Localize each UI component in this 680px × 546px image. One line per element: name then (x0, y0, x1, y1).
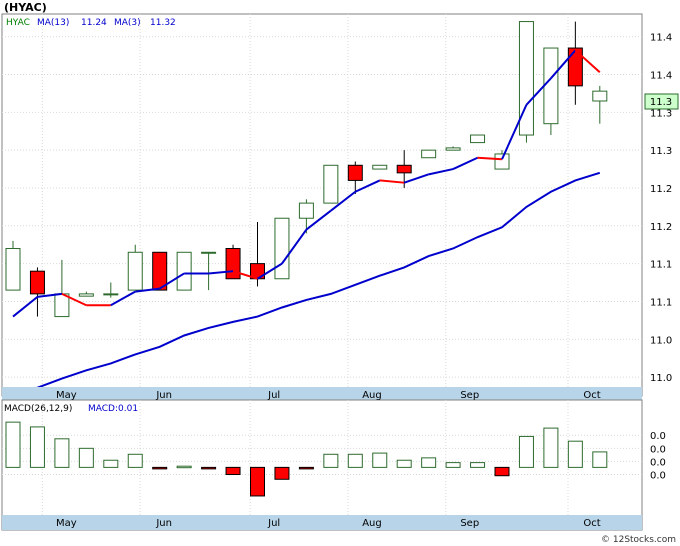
macd-bar (396, 459, 412, 468)
credit-text: © 12Stocks.com (601, 535, 676, 545)
candle-body (103, 293, 119, 296)
candle (518, 21, 534, 143)
candle-body (54, 293, 70, 318)
price-tick-label: 11.4 (650, 33, 672, 44)
legend-symbol: HYAC (6, 18, 30, 28)
candle-body (323, 164, 339, 204)
macd-bar (567, 440, 583, 468)
price-tick-label: 11.4 (650, 71, 672, 82)
x-tick-label-top: May (56, 390, 77, 401)
macd-legend-label: MACD(26,12,9) (4, 404, 72, 414)
x-tick-label-bottom: May (56, 518, 77, 529)
price-tick-label: 11.3 (650, 108, 672, 119)
chart-title: (HYAC) (4, 1, 47, 14)
macd-bar (592, 451, 608, 468)
price-tick-label: 11.2 (650, 184, 672, 195)
macd-bar (421, 457, 437, 468)
price-tick-label: 11.1 (650, 260, 672, 271)
macd-bar (518, 435, 534, 468)
x-tick-label-top: Aug (362, 390, 382, 401)
candle-body (421, 149, 437, 159)
macd-bar (372, 452, 388, 468)
legend-ma13-label: MA(13) (37, 18, 69, 28)
candle-body (494, 153, 510, 170)
macd-legend-value: MACD:0.01 (88, 404, 138, 414)
macd-bar (298, 466, 314, 470)
candle (470, 134, 486, 144)
x-tick-label-top: Jun (155, 390, 172, 401)
macd-bar (323, 453, 339, 468)
macd-bar (445, 462, 461, 468)
price-tick-label: 11.0 (650, 373, 672, 384)
candle-body (176, 251, 192, 291)
last-price-label: 11.3 (650, 97, 672, 108)
macd-bar (103, 459, 119, 468)
x-axis-band-bottom (2, 515, 642, 530)
candle-body (592, 90, 608, 102)
macd-bar (470, 462, 486, 468)
stock-chart: (HYAC) 11.011.011.111.111.211.211.311.31… (0, 0, 680, 546)
candle-body (445, 147, 461, 151)
candle-body (298, 202, 314, 219)
candle-body (201, 251, 217, 254)
candle (274, 217, 290, 280)
candle-body (347, 164, 363, 181)
macd-bar (29, 426, 45, 468)
candle (543, 47, 559, 136)
candle-body (29, 270, 45, 295)
candle-body (274, 217, 290, 280)
x-tick-label-top: Oct (583, 390, 600, 401)
macd-tick-label: 0.0 (650, 471, 666, 482)
price-tick-label: 11.2 (650, 222, 672, 233)
candle (372, 164, 388, 170)
macd-bar (54, 438, 70, 468)
x-tick-label-bottom: Jul (267, 518, 280, 529)
price-tick-label: 11.1 (650, 297, 672, 308)
macd-bar (543, 427, 559, 468)
macd-bar (5, 421, 21, 468)
x-axis-band-top (2, 387, 642, 400)
x-tick-label-top: Jul (267, 390, 280, 401)
candle (323, 164, 339, 204)
legend-ma13-value: 11.24 (81, 18, 107, 28)
macd-bar (152, 466, 168, 470)
macd-bar (494, 466, 510, 477)
candle-body (543, 47, 559, 125)
candle-body (470, 134, 486, 144)
x-tick-label-bottom: Jun (155, 518, 172, 529)
price-tick-label: 11.3 (650, 146, 672, 157)
candle-body (225, 247, 241, 280)
candle-body (372, 164, 388, 170)
candle-body (5, 247, 21, 291)
macd-tick-label: 0.0 (650, 431, 666, 442)
legend-ma3-label: MA(3) (114, 18, 141, 28)
candle (176, 251, 192, 291)
candle (421, 149, 437, 159)
candle-body (396, 164, 412, 174)
legend-ma3-value: 11.32 (150, 18, 176, 28)
x-tick-label-bottom: Aug (362, 518, 382, 529)
x-tick-label-top: Sep (460, 390, 479, 401)
macd-bar (176, 465, 192, 469)
macd-bar (78, 447, 94, 468)
x-tick-label-bottom: Oct (583, 518, 600, 529)
last-price-badge: 11.3 (644, 93, 679, 110)
macd-tick-label: 0.0 (650, 444, 666, 455)
macd-bar (127, 453, 143, 468)
macd-bar (225, 466, 241, 476)
price-tick-label: 11.0 (650, 335, 672, 346)
macd-bar (347, 453, 363, 468)
candle-body (127, 251, 143, 291)
candle-body (78, 293, 94, 297)
x-tick-label-bottom: Sep (460, 518, 479, 529)
macd-bar (201, 466, 217, 470)
macd-legend: MACD(26,12,9) MACD:0.01 (4, 404, 138, 414)
candle (5, 240, 21, 291)
macd-tick-label: 0.0 (650, 457, 666, 468)
macd-bar (250, 466, 265, 497)
macd-bar (274, 466, 290, 480)
